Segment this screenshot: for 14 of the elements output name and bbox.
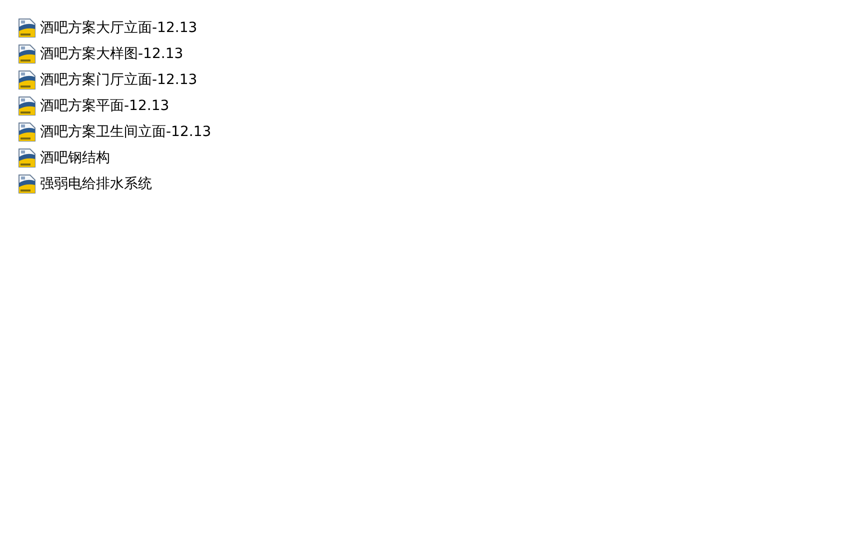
dwg-file-icon[interactable]: [18, 148, 36, 168]
file-name[interactable]: 酒吧方案大厅立面-12.13: [40, 20, 198, 36]
dwg-file-icon[interactable]: [18, 96, 36, 116]
dwg-file-icon[interactable]: [18, 122, 36, 142]
dwg-file-icon[interactable]: [18, 70, 36, 90]
file-name[interactable]: 强弱电给排水系统: [40, 176, 152, 192]
file-name[interactable]: 酒吧方案平面-12.13: [40, 98, 170, 114]
file-name[interactable]: 酒吧钢结构: [40, 150, 110, 166]
dwg-file-icon[interactable]: [18, 174, 36, 194]
file-name[interactable]: 酒吧方案门厅立面-12.13: [40, 72, 198, 88]
dwg-file-icon[interactable]: [18, 44, 36, 64]
dwg-file-icon[interactable]: [18, 18, 36, 38]
file-name[interactable]: 酒吧方案卫生间立面-12.13: [40, 124, 212, 140]
file-name[interactable]: 酒吧方案大样图-12.13: [40, 46, 184, 62]
